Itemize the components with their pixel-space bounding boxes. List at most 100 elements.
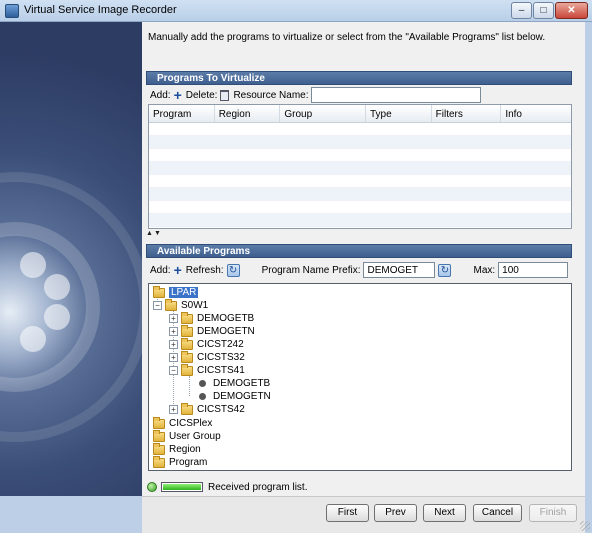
column-header-type[interactable]: Type — [366, 105, 432, 122]
program-leaf-icon — [199, 380, 206, 387]
table-body — [149, 123, 571, 227]
add-icon[interactable]: + — [174, 263, 182, 277]
table-row — [149, 162, 571, 175]
tree-leaf-demogetb[interactable]: DEMOGETB — [195, 377, 270, 390]
window-title: Virtual Service Image Recorder — [24, 4, 177, 16]
minimize-button[interactable]: – — [511, 2, 532, 19]
folder-icon — [181, 402, 193, 415]
tree-node-label: DEMOGETB — [197, 313, 255, 324]
collapse-up-arrow-icon[interactable]: ▲ — [146, 230, 153, 237]
apply-prefix-refresh-icon[interactable]: ↻ — [438, 263, 452, 277]
tree-node-demogetn[interactable]: + DEMOGETN — [169, 324, 255, 338]
add-label: Add: — [150, 89, 171, 101]
progress-fill — [163, 484, 201, 490]
expand-toggle-icon[interactable]: + — [169, 353, 178, 362]
folder-icon — [153, 429, 165, 442]
folder-icon — [153, 285, 165, 298]
expand-toggle-icon[interactable]: + — [169, 405, 178, 414]
tree-connector — [189, 376, 190, 396]
add-label: Add: — [150, 264, 171, 276]
split-pane-divider[interactable]: ▲ ▼ — [146, 230, 576, 238]
next-button[interactable]: Next — [423, 504, 466, 522]
max-label: Max: — [473, 264, 496, 276]
tree-node-cicsplex[interactable]: CICSPlex — [153, 416, 213, 430]
program-name-prefix-input[interactable] — [363, 262, 436, 278]
trash-icon[interactable] — [220, 89, 230, 101]
folder-icon — [165, 298, 177, 311]
table-header: Program Region Group Type Filters Info — [149, 105, 571, 123]
tree-node-label: LPAR — [169, 287, 199, 298]
available-programs-header: Available Programs — [146, 244, 572, 258]
table-row — [149, 201, 571, 214]
resource-name-input[interactable] — [311, 87, 482, 103]
available-programs-tree[interactable]: LPAR − S0W1 + DEMOGETB + DEMOGETN + CICS… — [148, 283, 572, 471]
status-text: Received program list. — [208, 481, 308, 493]
expand-toggle-icon[interactable]: + — [169, 314, 178, 323]
cancel-button[interactable]: Cancel — [473, 504, 522, 522]
programs-to-virtualize-toolbar: Add: + Delete: Resource Name: — [150, 87, 482, 103]
column-header-group[interactable]: Group — [280, 105, 366, 122]
column-header-filters[interactable]: Filters — [432, 105, 502, 122]
tree-node-demogetb[interactable]: + DEMOGETB — [169, 311, 255, 325]
collapse-toggle-icon[interactable]: − — [153, 301, 162, 310]
collapse-toggle-icon[interactable]: − — [169, 366, 178, 375]
column-header-program[interactable]: Program — [149, 105, 215, 122]
programs-table[interactable]: Program Region Group Type Filters Info — [148, 104, 572, 229]
column-header-region[interactable]: Region — [215, 105, 281, 122]
refresh-label: Refresh: — [185, 264, 224, 276]
tree-node-label: CICST242 — [197, 339, 244, 350]
wizard-side-banner — [0, 22, 142, 496]
prev-button[interactable]: Prev — [374, 504, 417, 522]
tree-node-cicsts42[interactable]: + CICSTS42 — [169, 402, 245, 416]
available-programs-toolbar: Add: + Refresh: ↻ Program Name Prefix: ↻… — [150, 262, 569, 278]
maximize-button[interactable]: □ — [533, 2, 554, 19]
tree-node-s0w1[interactable]: − S0W1 — [153, 298, 208, 312]
folder-icon — [153, 455, 165, 468]
program-name-prefix-label: Program Name Prefix: — [261, 264, 361, 276]
tree-node-user-group[interactable]: User Group — [153, 429, 221, 443]
column-header-info[interactable]: Info — [501, 105, 571, 122]
status-bar: Received program list. — [147, 481, 307, 493]
folder-icon — [181, 324, 193, 337]
instructions-text: Manually add the programs to virtualize … — [148, 32, 546, 43]
max-input[interactable] — [498, 262, 569, 278]
folder-icon — [181, 363, 193, 376]
tree-node-label: DEMOGETN — [213, 391, 271, 402]
tree-node-label: CICSTS32 — [197, 352, 245, 363]
tree-node-cicsts32[interactable]: + CICSTS32 — [169, 350, 245, 364]
tree-leaf-demogetn[interactable]: DEMOGETN — [195, 390, 271, 403]
resize-grip[interactable] — [580, 521, 590, 531]
tree-node-label: DEMOGETB — [213, 378, 271, 389]
progress-bar — [161, 482, 203, 492]
banner-ring-outer — [0, 172, 142, 442]
title-bar: Virtual Service Image Recorder – □ ✕ — [0, 0, 592, 22]
tree-node-label: User Group — [169, 431, 221, 442]
close-button[interactable]: ✕ — [555, 2, 588, 19]
finish-button: Finish — [529, 504, 577, 522]
tree-node-region[interactable]: Region — [153, 442, 201, 456]
add-icon[interactable]: + — [174, 88, 182, 102]
refresh-icon[interactable]: ↻ — [226, 263, 240, 277]
program-leaf-icon — [199, 393, 206, 400]
tree-node-label: Region — [169, 444, 201, 455]
table-row — [149, 188, 571, 201]
expand-toggle-icon[interactable]: + — [169, 327, 178, 336]
banner-petal — [20, 326, 46, 352]
folder-icon — [153, 416, 165, 429]
table-row — [149, 175, 571, 188]
tree-node-label: Program — [169, 457, 208, 468]
expand-toggle-icon[interactable]: + — [169, 340, 178, 349]
programs-to-virtualize-header: Programs To Virtualize — [146, 71, 572, 85]
first-button[interactable]: First — [326, 504, 369, 522]
tree-node-label: CICSPlex — [169, 418, 213, 429]
banner-petal — [44, 274, 70, 300]
table-row — [149, 136, 571, 149]
table-row — [149, 214, 571, 227]
tree-node-label: CICSTS41 — [197, 365, 245, 376]
status-led-icon — [147, 482, 157, 492]
tree-node-program[interactable]: Program — [153, 455, 208, 469]
tree-node-lpar[interactable]: LPAR — [153, 285, 199, 299]
tree-node-cicst242[interactable]: + CICST242 — [169, 337, 244, 351]
tree-node-cicsts41[interactable]: − CICSTS41 — [169, 363, 245, 377]
collapse-down-arrow-icon[interactable]: ▼ — [154, 230, 161, 237]
